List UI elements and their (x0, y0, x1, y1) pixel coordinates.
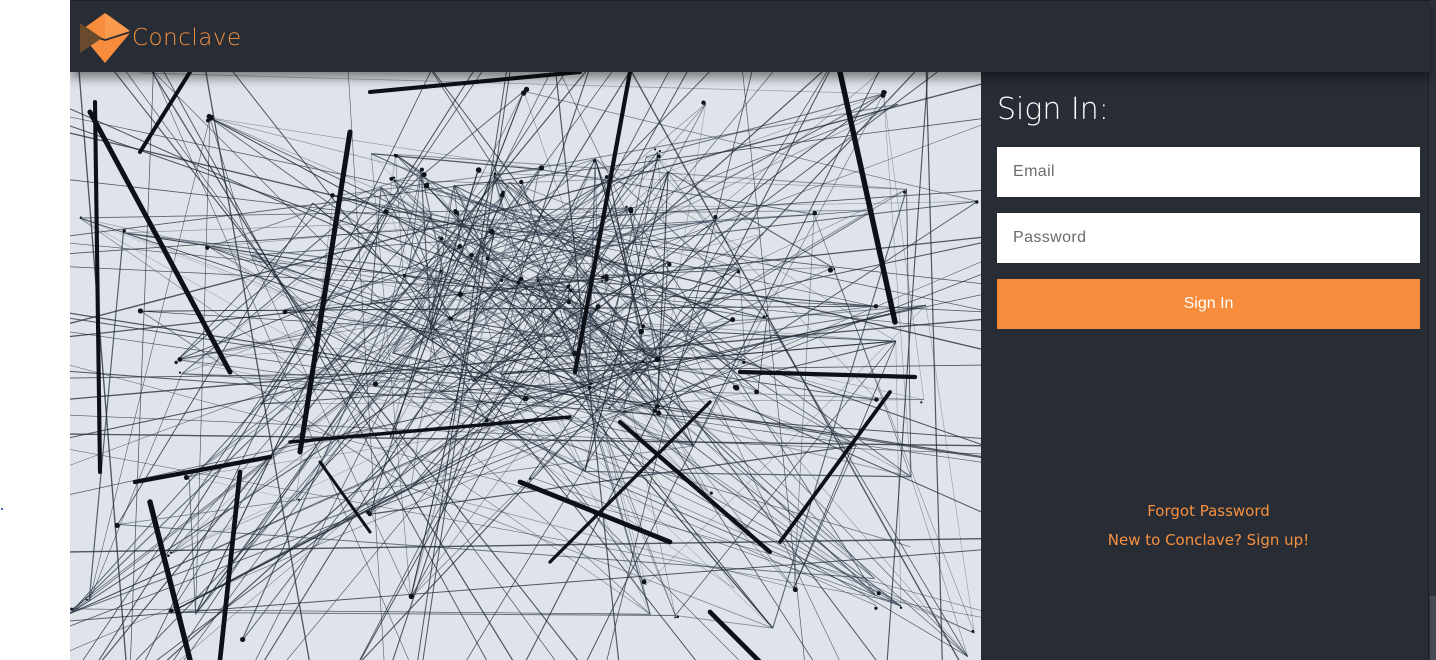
hero-image (70, 72, 981, 660)
signin-button[interactable]: Sign In (997, 279, 1420, 329)
forgot-password-link[interactable]: Forgot Password (981, 502, 1436, 520)
brand-link[interactable]: Conclave (80, 13, 242, 63)
email-input[interactable] (997, 147, 1420, 197)
scrollbar-thumb[interactable] (1430, 596, 1436, 660)
brand-name: Conclave (132, 25, 242, 51)
password-input[interactable] (997, 213, 1420, 263)
stray-dot (1, 508, 3, 510)
navbar: Conclave (70, 0, 1430, 72)
signup-link[interactable]: New to Conclave? Sign up! (981, 531, 1436, 549)
scrollbar[interactable] (1428, 0, 1436, 660)
signin-panel: Sign In: Sign In Forgot Password New to … (981, 72, 1430, 660)
network-strings (70, 72, 981, 660)
app-window: Conclave Sign In: Sign In Forgot Passwor… (70, 0, 1436, 660)
signin-title: Sign In: (997, 92, 1109, 127)
diamond-logo-icon (80, 13, 130, 63)
